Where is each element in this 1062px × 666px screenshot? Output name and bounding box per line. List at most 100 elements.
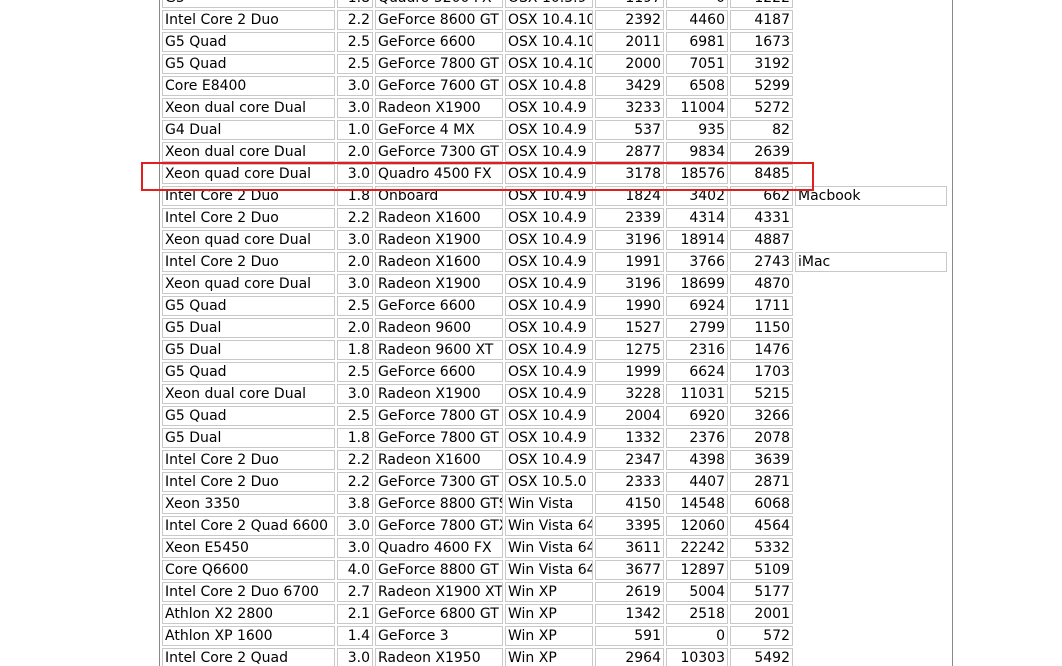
score-1-cell: 2964 — [595, 648, 664, 666]
note-cell — [795, 164, 947, 184]
cpu-cell: Xeon quad core Dual — [162, 274, 335, 294]
table-row: G4 Dual 1.0 GeForce 4 MX OSX 10.4.9 537 935 82 — [162, 120, 962, 140]
score-3-cell: 2639 — [730, 142, 793, 162]
score-2-cell: 2799 — [666, 318, 728, 338]
table-row: Intel Core 2 Duo 2.0 Radeon X1600 OSX 10.4.… — [162, 252, 962, 272]
os-cell: OSX 10.4.9 — [505, 252, 593, 272]
os-cell: OSX 10.4.9 — [505, 384, 593, 404]
score-1-cell: 1275 — [595, 340, 664, 360]
table-row: Core E8400 3.0 GeForce 7600 GT OSX 10.4.8 34… — [162, 76, 962, 96]
note-cell — [795, 384, 947, 404]
score-3-cell: 6068 — [730, 494, 793, 514]
os-cell: OSX 10.4.9 — [505, 406, 593, 426]
clock-cell: 3.8 — [337, 494, 373, 514]
table-row: Xeon quad core Dual 3.0 Quadro 4500 FX OSX … — [162, 164, 962, 184]
os-cell: OSX 10.4.9 — [505, 340, 593, 360]
score-2-cell: 11004 — [666, 98, 728, 118]
clock-cell: 3.0 — [337, 538, 373, 558]
clock-cell: 2.0 — [337, 142, 373, 162]
table-row: Core Q6600 4.0 GeForce 8800 GT Win Vista 64… — [162, 560, 962, 580]
gpu-cell: Quadro 4600 FX — [375, 538, 503, 558]
cpu-cell: G5 Dual — [162, 340, 335, 360]
score-1-cell: 2877 — [595, 142, 664, 162]
cpu-cell: Intel Core 2 Duo — [162, 252, 335, 272]
score-2-cell: 6924 — [666, 296, 728, 316]
table-row: Athlon X2 2800 2.1 GeForce 6800 GT Win XP 13… — [162, 604, 962, 624]
clock-cell: 2.5 — [337, 296, 373, 316]
score-3-cell: 5332 — [730, 538, 793, 558]
clock-cell: 2.2 — [337, 208, 373, 228]
score-2-cell: 935 — [666, 120, 728, 140]
score-1-cell: 2004 — [595, 406, 664, 426]
note-cell — [795, 54, 947, 74]
table-row: Intel Core 2 Duo 2.2 Radeon X1600 OSX 10.4.… — [162, 450, 962, 470]
os-cell: OSX 10.4.9 — [505, 164, 593, 184]
os-cell: OSX 10.4.9 — [505, 362, 593, 382]
note-cell — [795, 648, 947, 666]
score-2-cell: 2316 — [666, 340, 728, 360]
os-cell: Win XP — [505, 626, 593, 646]
cpu-cell: G5 Quad — [162, 296, 335, 316]
note-cell — [795, 340, 947, 360]
cpu-cell: Xeon dual core Dual — [162, 142, 335, 162]
clock-cell: 2.2 — [337, 10, 373, 30]
cpu-cell: Intel Core 2 Duo 6700 — [162, 582, 335, 602]
score-1-cell: 1332 — [595, 428, 664, 448]
gpu-cell: GeForce 6600 — [375, 32, 503, 52]
table-left-border — [159, 0, 160, 666]
note-cell — [795, 406, 947, 426]
score-1-cell: 4150 — [595, 494, 664, 514]
clock-cell: 2.0 — [337, 252, 373, 272]
score-3-cell: 4331 — [730, 208, 793, 228]
score-3-cell: 82 — [730, 120, 793, 140]
note-cell — [795, 582, 947, 602]
os-cell: Win Vista — [505, 494, 593, 514]
gpu-cell: GeForce 8600 GT — [375, 10, 503, 30]
cpu-cell: G5 Dual — [162, 318, 335, 338]
score-1-cell: 2347 — [595, 450, 664, 470]
note-cell — [795, 32, 947, 52]
clock-cell: 2.5 — [337, 406, 373, 426]
score-1-cell: 2333 — [595, 472, 664, 492]
score-3-cell: 4187 — [730, 10, 793, 30]
score-1-cell: 1824 — [595, 186, 664, 206]
score-2-cell: 11031 — [666, 384, 728, 404]
os-cell: OSX 10.4.9 — [505, 296, 593, 316]
score-2-cell: 18576 — [666, 164, 728, 184]
score-1-cell: 3196 — [595, 274, 664, 294]
note-cell — [795, 10, 947, 30]
gpu-cell: Radeon X1900 XT — [375, 582, 503, 602]
score-3-cell: 5215 — [730, 384, 793, 404]
cpu-cell: G4 Dual — [162, 120, 335, 140]
gpu-cell: GeForce 8800 GT — [375, 560, 503, 580]
gpu-cell: GeForce 7600 GT — [375, 76, 503, 96]
table-row: Xeon quad core Dual 3.0 Radeon X1900 OSX 10… — [162, 274, 962, 294]
cpu-cell: Athlon X2 2800 — [162, 604, 335, 624]
clock-cell: 1.8 — [337, 0, 373, 8]
os-cell: OSX 10.5.0 — [505, 472, 593, 492]
table-row: G5 Dual 2.0 Radeon 9600 OSX 10.4.9 1527 2799 1… — [162, 318, 962, 338]
score-2-cell: 7051 — [666, 54, 728, 74]
gpu-cell: GeForce 7800 GT — [375, 54, 503, 74]
gpu-cell: GeForce 6800 GT — [375, 604, 503, 624]
gpu-cell: GeForce 8800 GTS — [375, 494, 503, 514]
gpu-cell: Onboard — [375, 186, 503, 206]
gpu-cell: Radeon X1900 — [375, 384, 503, 404]
os-cell: OSX 10.4.9 — [505, 186, 593, 206]
os-cell: OSX 10.4.9 — [505, 120, 593, 140]
score-3-cell: 5109 — [730, 560, 793, 580]
gpu-cell: GeForce 7800 GTX — [375, 516, 503, 536]
note-cell: iMac — [795, 252, 947, 272]
gpu-cell: Radeon X1900 — [375, 274, 503, 294]
gpu-cell: Radeon X1900 — [375, 98, 503, 118]
table-row: G5 Quad 2.5 GeForce 6600 OSX 10.4.10 2011 698… — [162, 32, 962, 52]
score-2-cell: 22242 — [666, 538, 728, 558]
cpu-cell: Intel Core 2 Quad 6600 — [162, 516, 335, 536]
table-row: G5 Quad 2.5 GeForce 7800 GT OSX 10.4.10 2000… — [162, 54, 962, 74]
gpu-cell: Radeon X1600 — [375, 252, 503, 272]
score-2-cell: 6624 — [666, 362, 728, 382]
score-2-cell: 18914 — [666, 230, 728, 250]
note-cell — [795, 560, 947, 580]
gpu-cell: Radeon X1600 — [375, 450, 503, 470]
clock-cell: 3.0 — [337, 516, 373, 536]
